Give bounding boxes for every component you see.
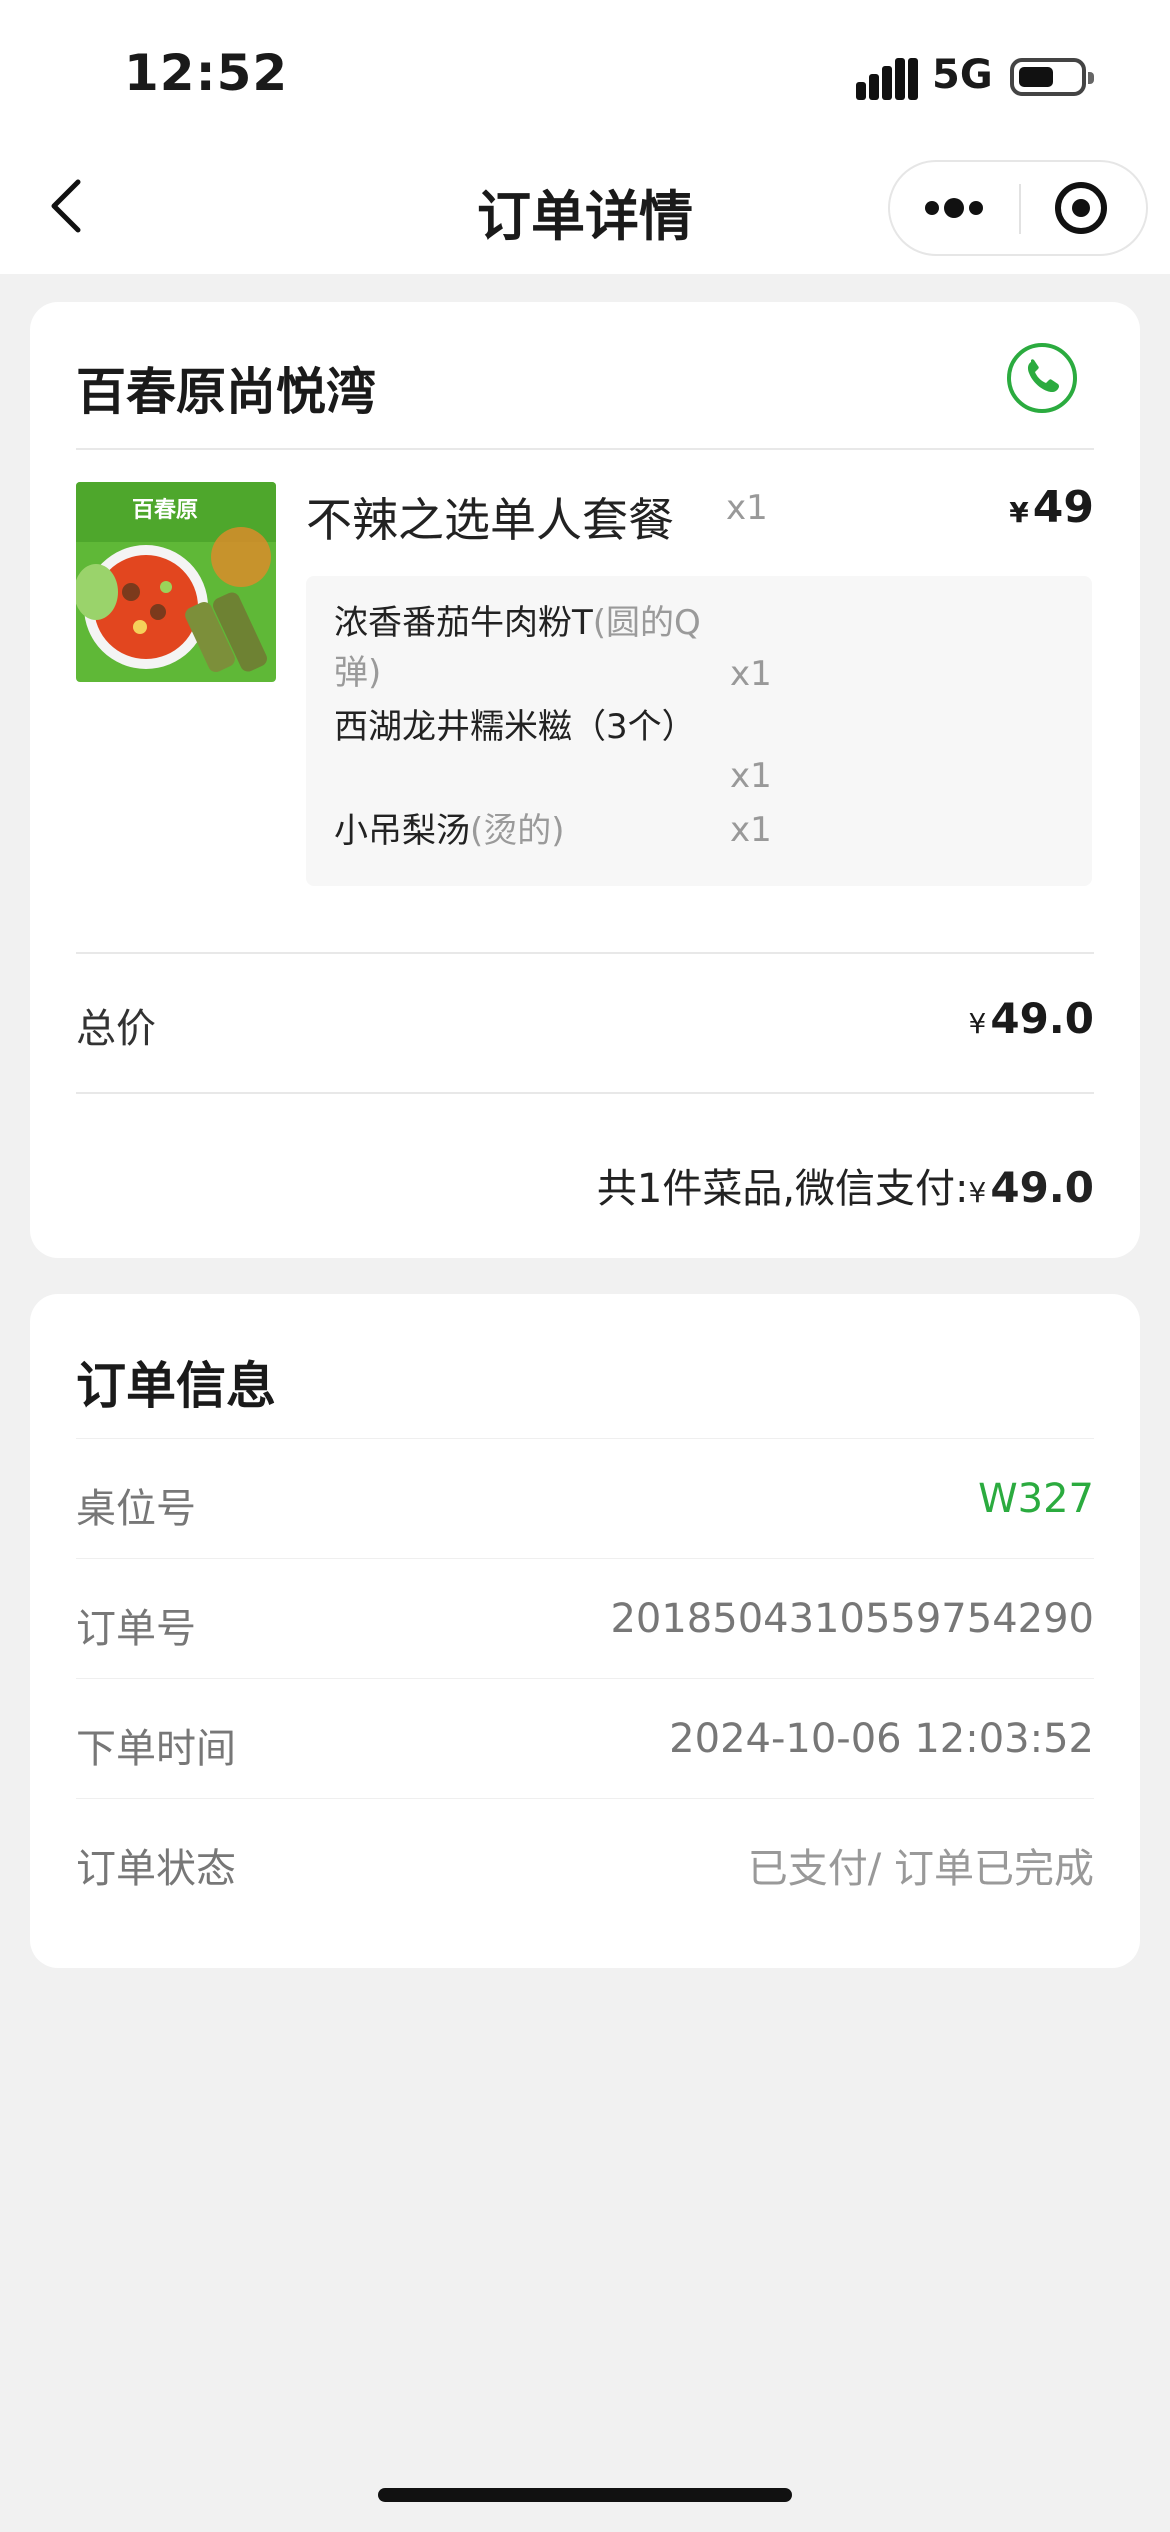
dish-image-logo: 百春原 — [132, 498, 199, 523]
more-button[interactable] — [890, 162, 1019, 254]
total-value: ¥49.0 — [968, 994, 1094, 1043]
battery-icon — [1010, 58, 1094, 96]
network-type: 5G — [932, 52, 993, 98]
signal-icon — [856, 58, 918, 100]
home-indicator — [378, 2488, 792, 2502]
divider — [76, 1092, 1094, 1094]
total-label: 总价 — [76, 1006, 156, 1052]
more-dots-icon — [925, 198, 983, 218]
combo-items: 浓香番茄牛肉粉T(圆的Q弹) x1 西湖龙井糯米糍（3个） x1 小吊梨汤(烫的… — [306, 576, 1092, 886]
currency-symbol: ¥ — [1009, 496, 1029, 529]
order-status: 已支付/ 订单已完成 — [747, 1846, 1094, 1892]
list-item: 西湖龙井糯米糍（3个） — [334, 707, 696, 747]
list-item-qty: x1 — [730, 810, 772, 850]
order-info-card: 订单信息 桌位号 W327 订单号 2018504310559754290 下单… — [30, 1294, 1140, 1968]
top-bar: 12:52 5G 订单详情 — [0, 0, 1170, 274]
list-item: 小吊梨汤(烫的) — [334, 811, 565, 851]
list-item-qty: x1 — [730, 756, 772, 796]
target-close-icon — [1055, 182, 1107, 234]
close-mini-program-button[interactable] — [1021, 162, 1148, 254]
call-store-button[interactable] — [1006, 342, 1078, 414]
mini-program-capsule — [888, 160, 1148, 256]
status-time: 12:52 — [124, 44, 289, 102]
info-row-order-number: 订单号 2018504310559754290 — [76, 1596, 1094, 1652]
order-number: 2018504310559754290 — [610, 1596, 1094, 1642]
item-price: ¥49 — [1009, 482, 1094, 533]
list-item-qty: x1 — [730, 654, 772, 694]
order-card: 百春原尚悦湾 百春原 不辣之选单人套餐 x1 ¥49 浓香番茄牛肉粉T(圆的Q弹… — [30, 302, 1140, 1258]
dish-image: 百春原 — [76, 482, 276, 682]
order-time: 2024-10-06 12:03:52 — [669, 1716, 1094, 1762]
table-number: W327 — [978, 1476, 1094, 1522]
item-qty: x1 — [726, 488, 768, 528]
info-row-order-status: 订单状态 已支付/ 订单已完成 — [76, 1798, 1094, 1918]
info-row-table: 桌位号 W327 — [76, 1476, 1094, 1532]
divider — [76, 448, 1094, 450]
payment-summary: 共1件菜品,微信支付:¥49.0 — [596, 1163, 1094, 1212]
phone-icon — [1007, 343, 1077, 413]
list-item: 浓香番茄牛肉粉T(圆的Q弹) — [334, 603, 701, 693]
item-price-value: 49 — [1032, 482, 1094, 533]
store-name: 百春原尚悦湾 — [76, 363, 376, 421]
divider — [76, 952, 1094, 954]
item-name: 不辣之选单人套餐 — [306, 493, 674, 547]
section-title: 订单信息 — [76, 1357, 276, 1415]
info-row-order-time: 下单时间 2024-10-06 12:03:52 — [76, 1716, 1094, 1772]
